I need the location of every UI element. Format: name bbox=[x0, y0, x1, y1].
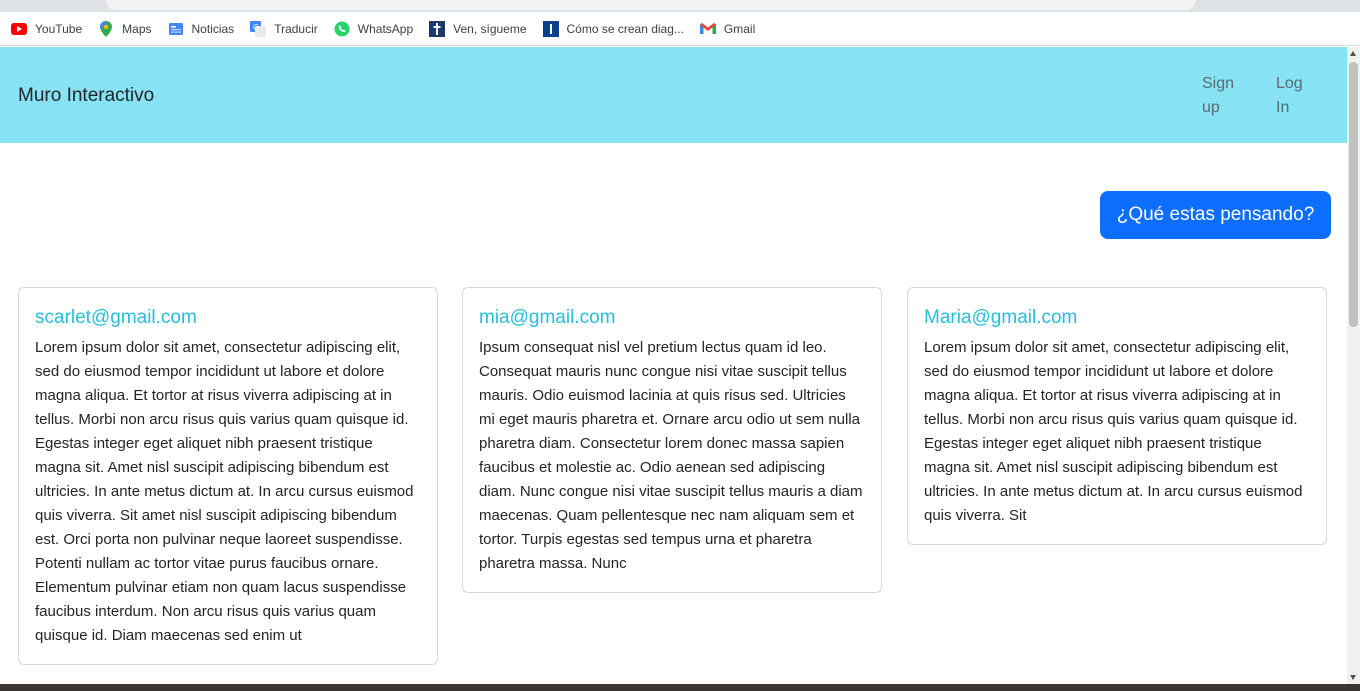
nav-signup-line1: Sign bbox=[1202, 75, 1235, 92]
bookmark-ven-sigueme[interactable]: Ven, sígueme bbox=[429, 20, 527, 37]
scroll-up-arrow-icon[interactable] bbox=[1350, 51, 1356, 56]
post-author: scarlet@gmail.com bbox=[35, 307, 197, 328]
google-news-icon bbox=[168, 21, 184, 37]
post-body: Lorem ipsum dolor sit amet, consectetur … bbox=[35, 339, 414, 644]
brand-title[interactable]: Muro Interactivo bbox=[18, 85, 154, 107]
browser-tab-strip bbox=[0, 0, 1360, 12]
bookmark-maps[interactable]: Maps bbox=[98, 20, 152, 37]
post-body: Ipsum consequat nisl vel pretium lectus … bbox=[479, 339, 863, 572]
nav-signup-link[interactable]: Sign up bbox=[1202, 72, 1234, 120]
bookmarks-bar: YouTube Maps Noticias G Traducir WhatsAp… bbox=[0, 12, 1360, 46]
post-card: scarlet@gmail.com Lorem ipsum dolor sit … bbox=[18, 287, 438, 665]
bookmark-label: YouTube bbox=[35, 21, 83, 36]
church-icon bbox=[429, 20, 446, 37]
youtube-icon bbox=[11, 21, 27, 37]
bookmark-label: Ven, sígueme bbox=[453, 21, 527, 36]
svg-text:G: G bbox=[253, 23, 259, 32]
bookmark-label: WhatsApp bbox=[357, 21, 414, 36]
bookmark-como-se-crean[interactable]: Cómo se crean diag... bbox=[542, 20, 684, 37]
bookmark-whatsapp[interactable]: WhatsApp bbox=[334, 21, 413, 37]
bookmark-label: Gmail bbox=[723, 21, 756, 36]
bookmark-gmail[interactable]: Gmail bbox=[699, 21, 756, 37]
bookmark-traducir[interactable]: G Traducir bbox=[250, 20, 318, 37]
maps-pin-icon bbox=[98, 20, 114, 37]
gmail-icon bbox=[699, 21, 716, 37]
post-card: mia@gmail.com Ipsum consequat nisl vel p… bbox=[462, 287, 882, 593]
scrollbar-thumb[interactable] bbox=[1349, 62, 1358, 327]
nav-login-line2: In bbox=[1276, 99, 1290, 116]
nav-login-link[interactable]: Log In bbox=[1276, 72, 1303, 120]
bookmark-label: Cómo se crean diag... bbox=[566, 21, 684, 36]
new-post-button[interactable]: ¿Qué estas pensando? bbox=[1100, 191, 1331, 239]
os-taskbar bbox=[0, 684, 1360, 691]
nav-login-line1: Log bbox=[1276, 75, 1303, 92]
google-translate-icon: G bbox=[250, 20, 267, 37]
post-body: Lorem ipsum dolor sit amet, consectetur … bbox=[924, 339, 1303, 524]
bookmark-noticias[interactable]: Noticias bbox=[168, 21, 235, 37]
scroll-down-arrow-icon[interactable] bbox=[1350, 675, 1356, 680]
navbar: Muro Interactivo Sign up Log In bbox=[0, 47, 1347, 143]
post-author: Maria@gmail.com bbox=[924, 307, 1078, 328]
bookmark-label: Maps bbox=[122, 21, 152, 36]
bookmark-page-icon bbox=[542, 20, 559, 37]
bookmark-label: Traducir bbox=[274, 21, 318, 36]
nav-signup-line2: up bbox=[1202, 99, 1220, 116]
address-bar[interactable] bbox=[106, 0, 1196, 10]
bookmark-youtube[interactable]: YouTube bbox=[11, 21, 82, 37]
bookmark-label: Noticias bbox=[191, 21, 235, 36]
post-card: Maria@gmail.com Lorem ipsum dolor sit am… bbox=[907, 287, 1327, 545]
page-scrollbar[interactable] bbox=[1347, 47, 1360, 684]
post-author: mia@gmail.com bbox=[479, 307, 616, 328]
whatsapp-icon bbox=[334, 21, 350, 37]
